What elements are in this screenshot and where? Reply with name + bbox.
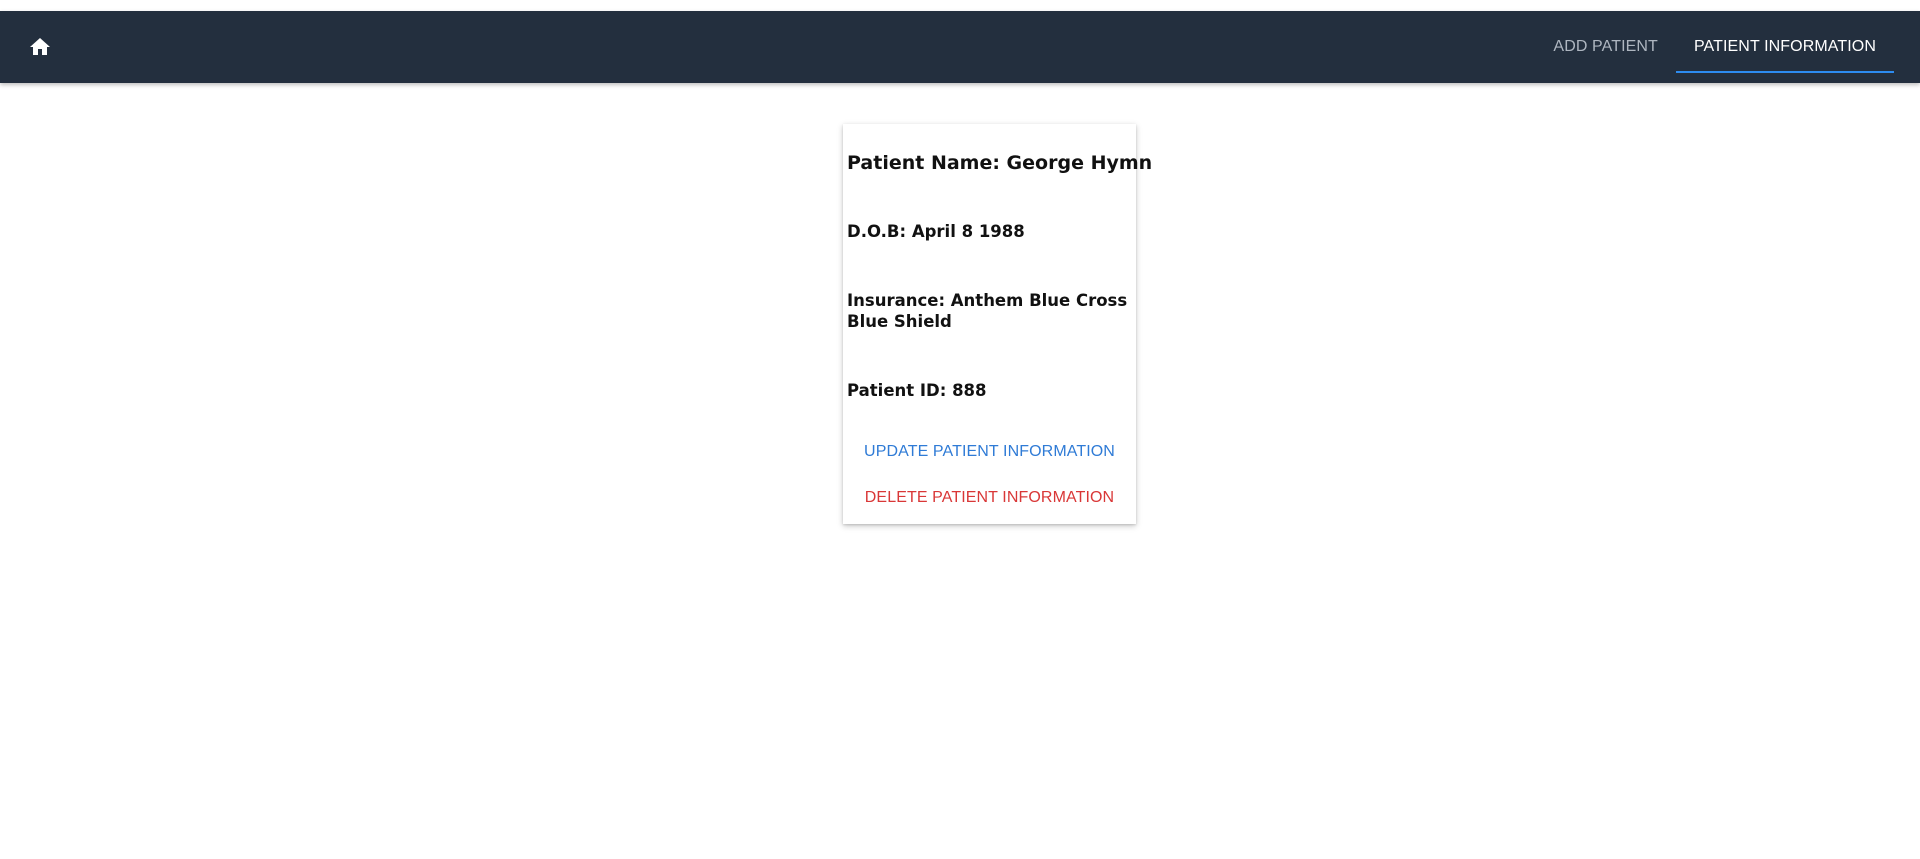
home-icon <box>28 35 52 59</box>
tab-patient-information[interactable]: PATIENT INFORMATION <box>1675 11 1895 83</box>
patient-id: Patient ID: 888 <box>847 381 987 400</box>
tab-add-patient[interactable]: ADD PATIENT <box>1535 11 1676 83</box>
patient-insurance: Insurance: Anthem Blue Cross Blue Shield <box>847 291 1128 331</box>
update-patient-button[interactable]: UPDATE PATIENT INFORMATION <box>843 439 1136 465</box>
patient-name: Patient Name: George Hymn <box>847 152 1153 174</box>
top-navbar: ADD PATIENT PATIENT INFORMATION <box>0 11 1920 83</box>
patient-card: Patient Name: George Hymn D.O.B: April 8… <box>843 124 1153 524</box>
nav-tabs: ADD PATIENT PATIENT INFORMATION <box>1535 11 1895 83</box>
delete-patient-button[interactable]: DELETE PATIENT INFORMATION <box>843 485 1136 511</box>
home-button[interactable] <box>20 31 60 63</box>
patient-dob: D.O.B: April 8 1988 <box>847 222 1025 241</box>
